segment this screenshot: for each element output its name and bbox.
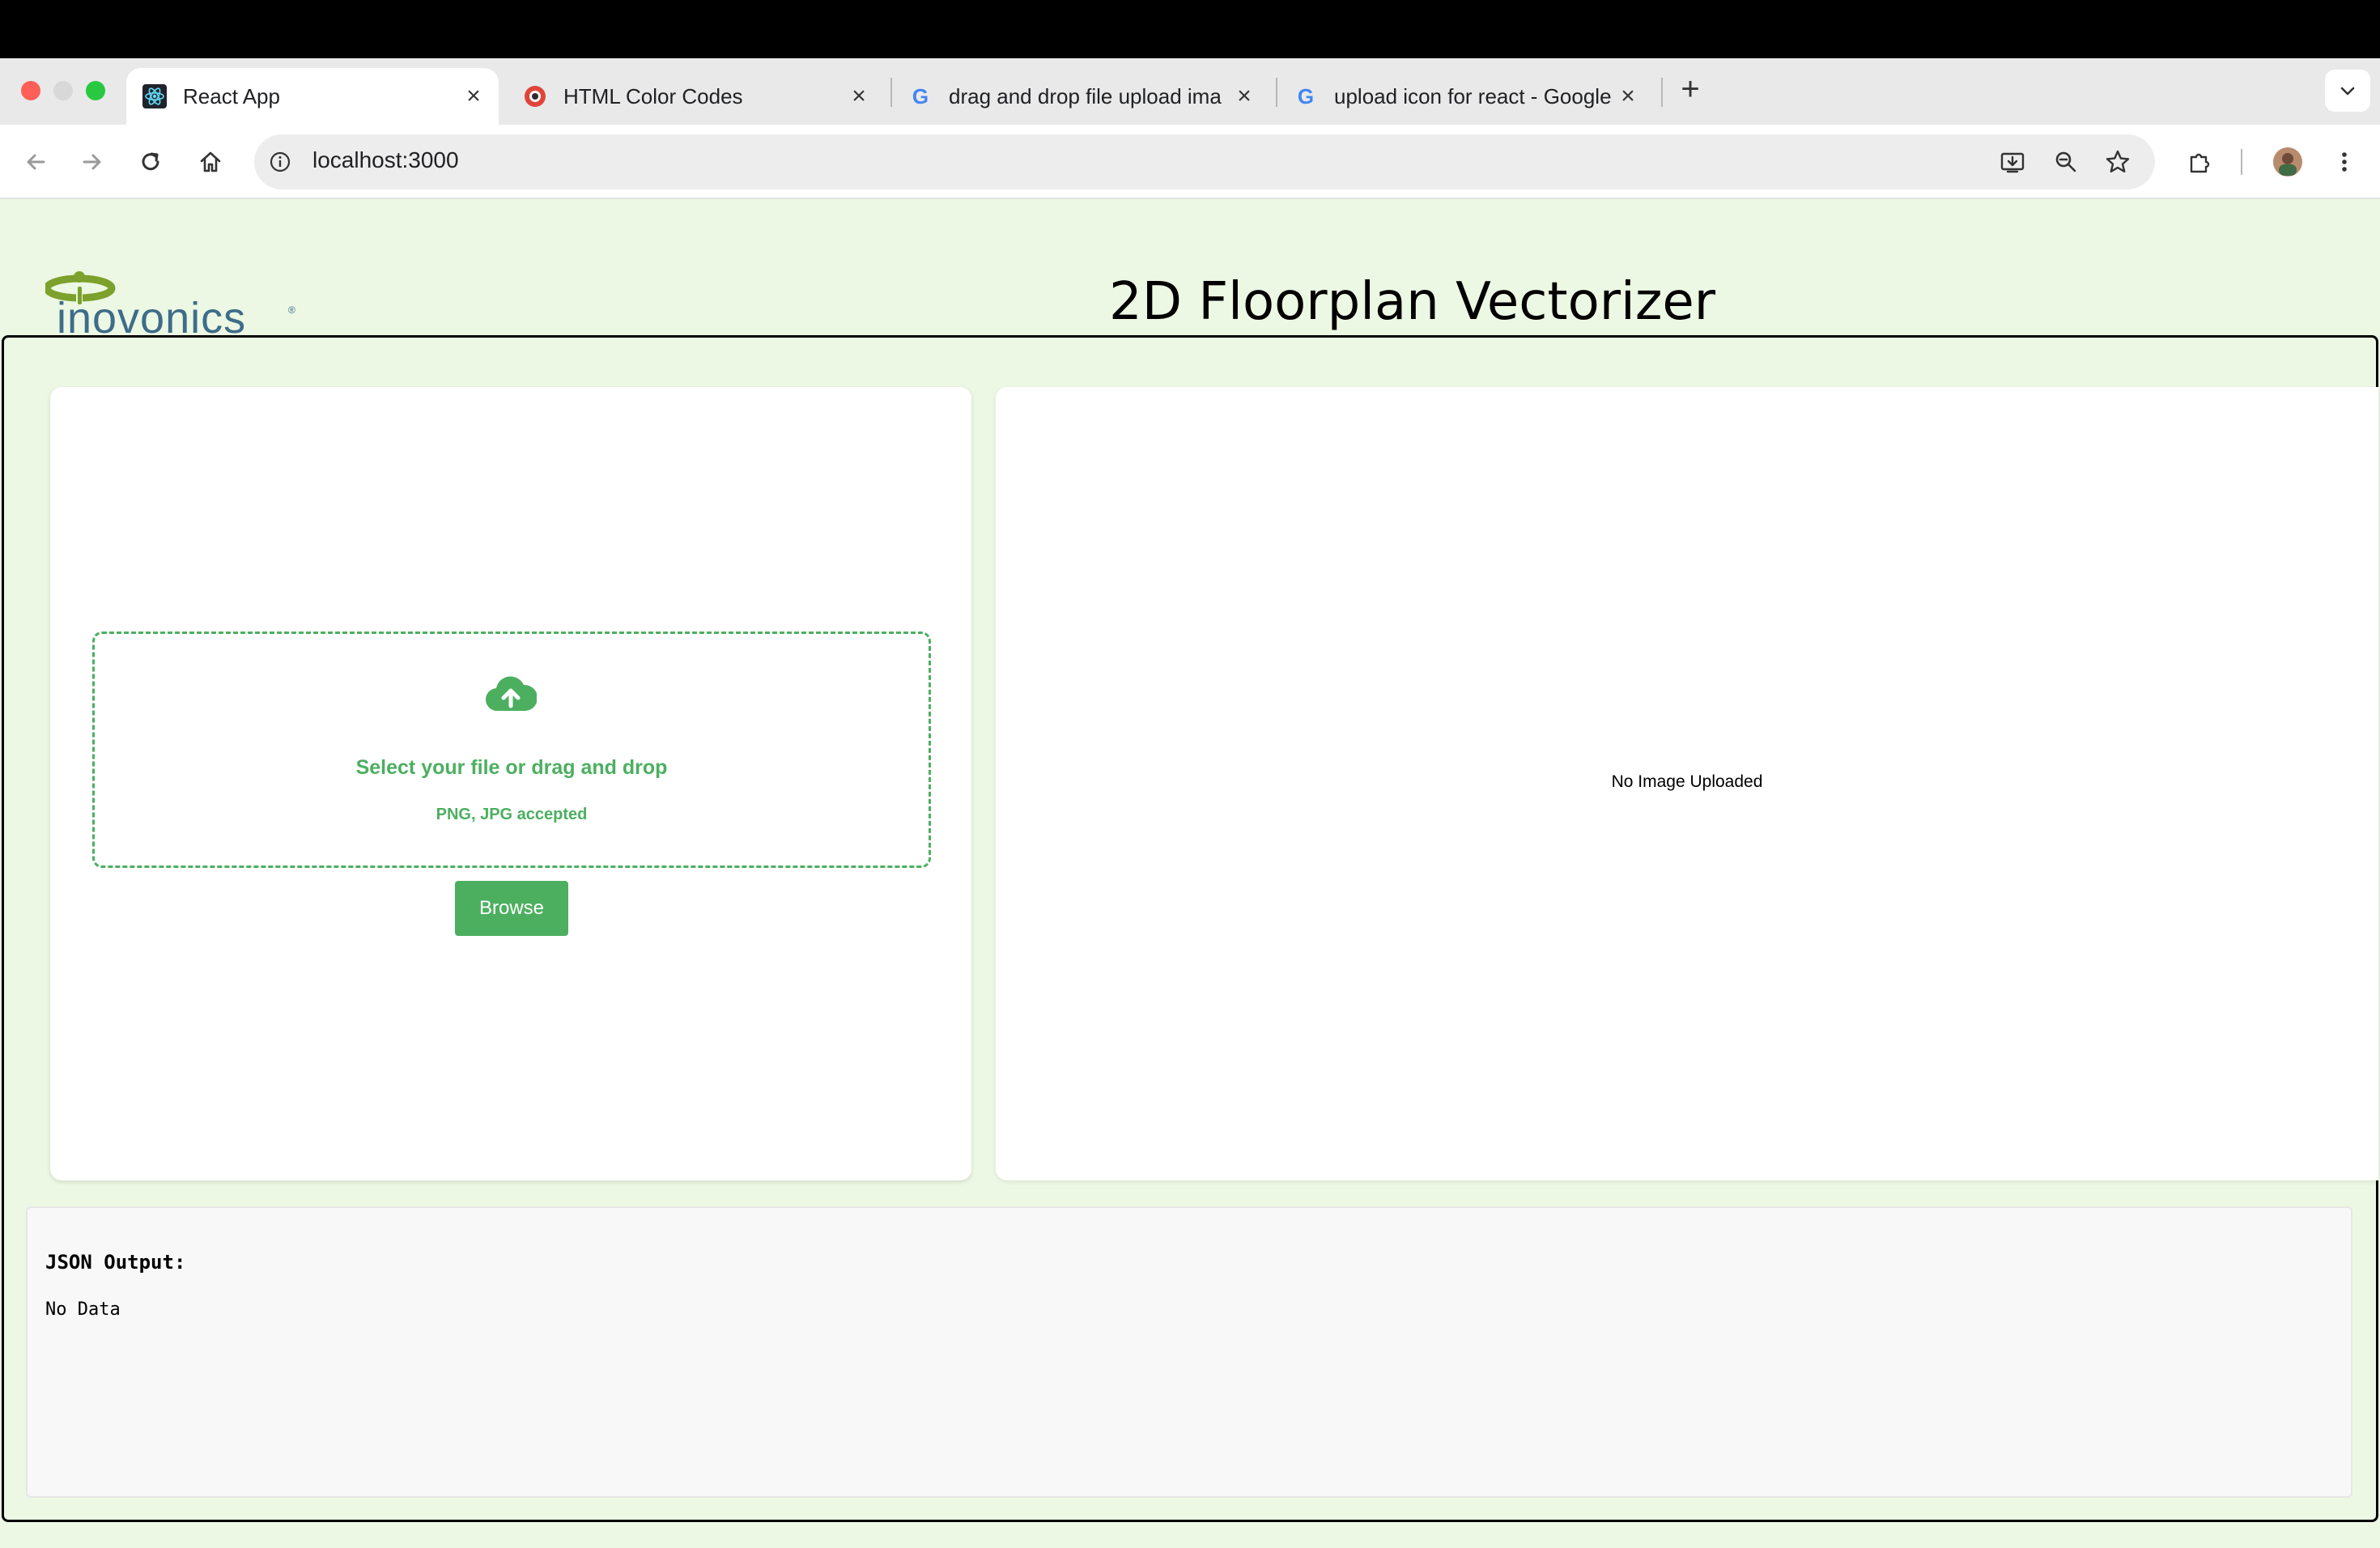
- window-close-button[interactable]: [21, 81, 40, 100]
- site-info-icon[interactable]: [262, 144, 298, 180]
- tab-react-app[interactable]: React App ×: [126, 68, 499, 125]
- json-output-panel: [26, 1206, 2352, 1498]
- logo-registered-mark: ®: [288, 304, 295, 316]
- screen-top-bar: [0, 0, 2380, 58]
- json-output-title: JSON Output:: [45, 1251, 186, 1274]
- toolbar-separator: [2241, 149, 2242, 175]
- google-icon: G: [908, 84, 933, 108]
- drop-zone[interactable]: [92, 632, 931, 868]
- tab-label: React App: [183, 83, 280, 108]
- install-app-icon[interactable]: [1995, 144, 2030, 180]
- new-tab-button[interactable]: +: [1676, 73, 1705, 105]
- reload-icon: [142, 152, 159, 171]
- back-button[interactable]: [18, 144, 53, 180]
- tab-label: drag and drop file upload ima: [949, 83, 1222, 108]
- react-icon: [142, 84, 167, 108]
- chevron-down-icon: [2340, 87, 2355, 96]
- forward-button[interactable]: [74, 144, 110, 180]
- back-arrow-icon: [27, 154, 45, 170]
- drop-zone-title: Select your file or drag and drop: [355, 756, 668, 779]
- browse-button[interactable]: Browse: [455, 881, 568, 936]
- tab-search-button[interactable]: [2325, 70, 2370, 112]
- avatar[interactable]: [2270, 144, 2306, 180]
- home-icon: [200, 151, 221, 172]
- svg-text:G: G: [912, 84, 929, 108]
- json-output-value: No Data: [45, 1299, 121, 1320]
- tab-html-color-codes[interactable]: HTML Color Codes ×: [507, 68, 884, 125]
- address-bar[interactable]: [254, 134, 2155, 189]
- close-icon[interactable]: ×: [461, 83, 486, 109]
- tab-separator: [1661, 78, 1663, 107]
- html-color-codes-icon: [523, 84, 547, 108]
- url-text[interactable]: localhost:3000: [312, 147, 459, 173]
- no-image-message: No Image Uploaded: [1611, 772, 1763, 791]
- tab-upload-icon-search[interactable]: G upload icon for react - Google ×: [1277, 68, 1653, 125]
- bookmark-star-icon[interactable]: [2100, 144, 2136, 180]
- page-title: 2D Floorplan Vectorizer: [1109, 272, 1716, 332]
- drop-zone-subtitle: PNG, JPG accepted: [436, 806, 588, 823]
- tab-label: HTML Color Codes: [563, 83, 743, 108]
- reload-button[interactable]: [133, 144, 168, 180]
- svg-text:G: G: [1298, 84, 1314, 108]
- browser-menu-icon[interactable]: [2327, 144, 2362, 180]
- tab-drag-and-drop-search[interactable]: G drag and drop file upload ima ×: [892, 68, 1269, 125]
- extensions-icon[interactable]: [2182, 144, 2218, 180]
- zoom-icon[interactable]: [2048, 144, 2084, 180]
- forward-arrow-icon: [83, 154, 101, 170]
- home-button[interactable]: [193, 144, 228, 180]
- close-icon[interactable]: ×: [847, 83, 871, 109]
- google-icon: G: [1294, 84, 1318, 108]
- window-maximize-button[interactable]: [86, 81, 105, 100]
- close-icon[interactable]: ×: [1232, 83, 1256, 109]
- window-minimize-button[interactable]: [53, 81, 73, 100]
- cloud-upload-icon: [485, 676, 537, 712]
- tab-label: upload icon for react - Google: [1334, 83, 1612, 108]
- close-icon[interactable]: ×: [1616, 83, 1640, 109]
